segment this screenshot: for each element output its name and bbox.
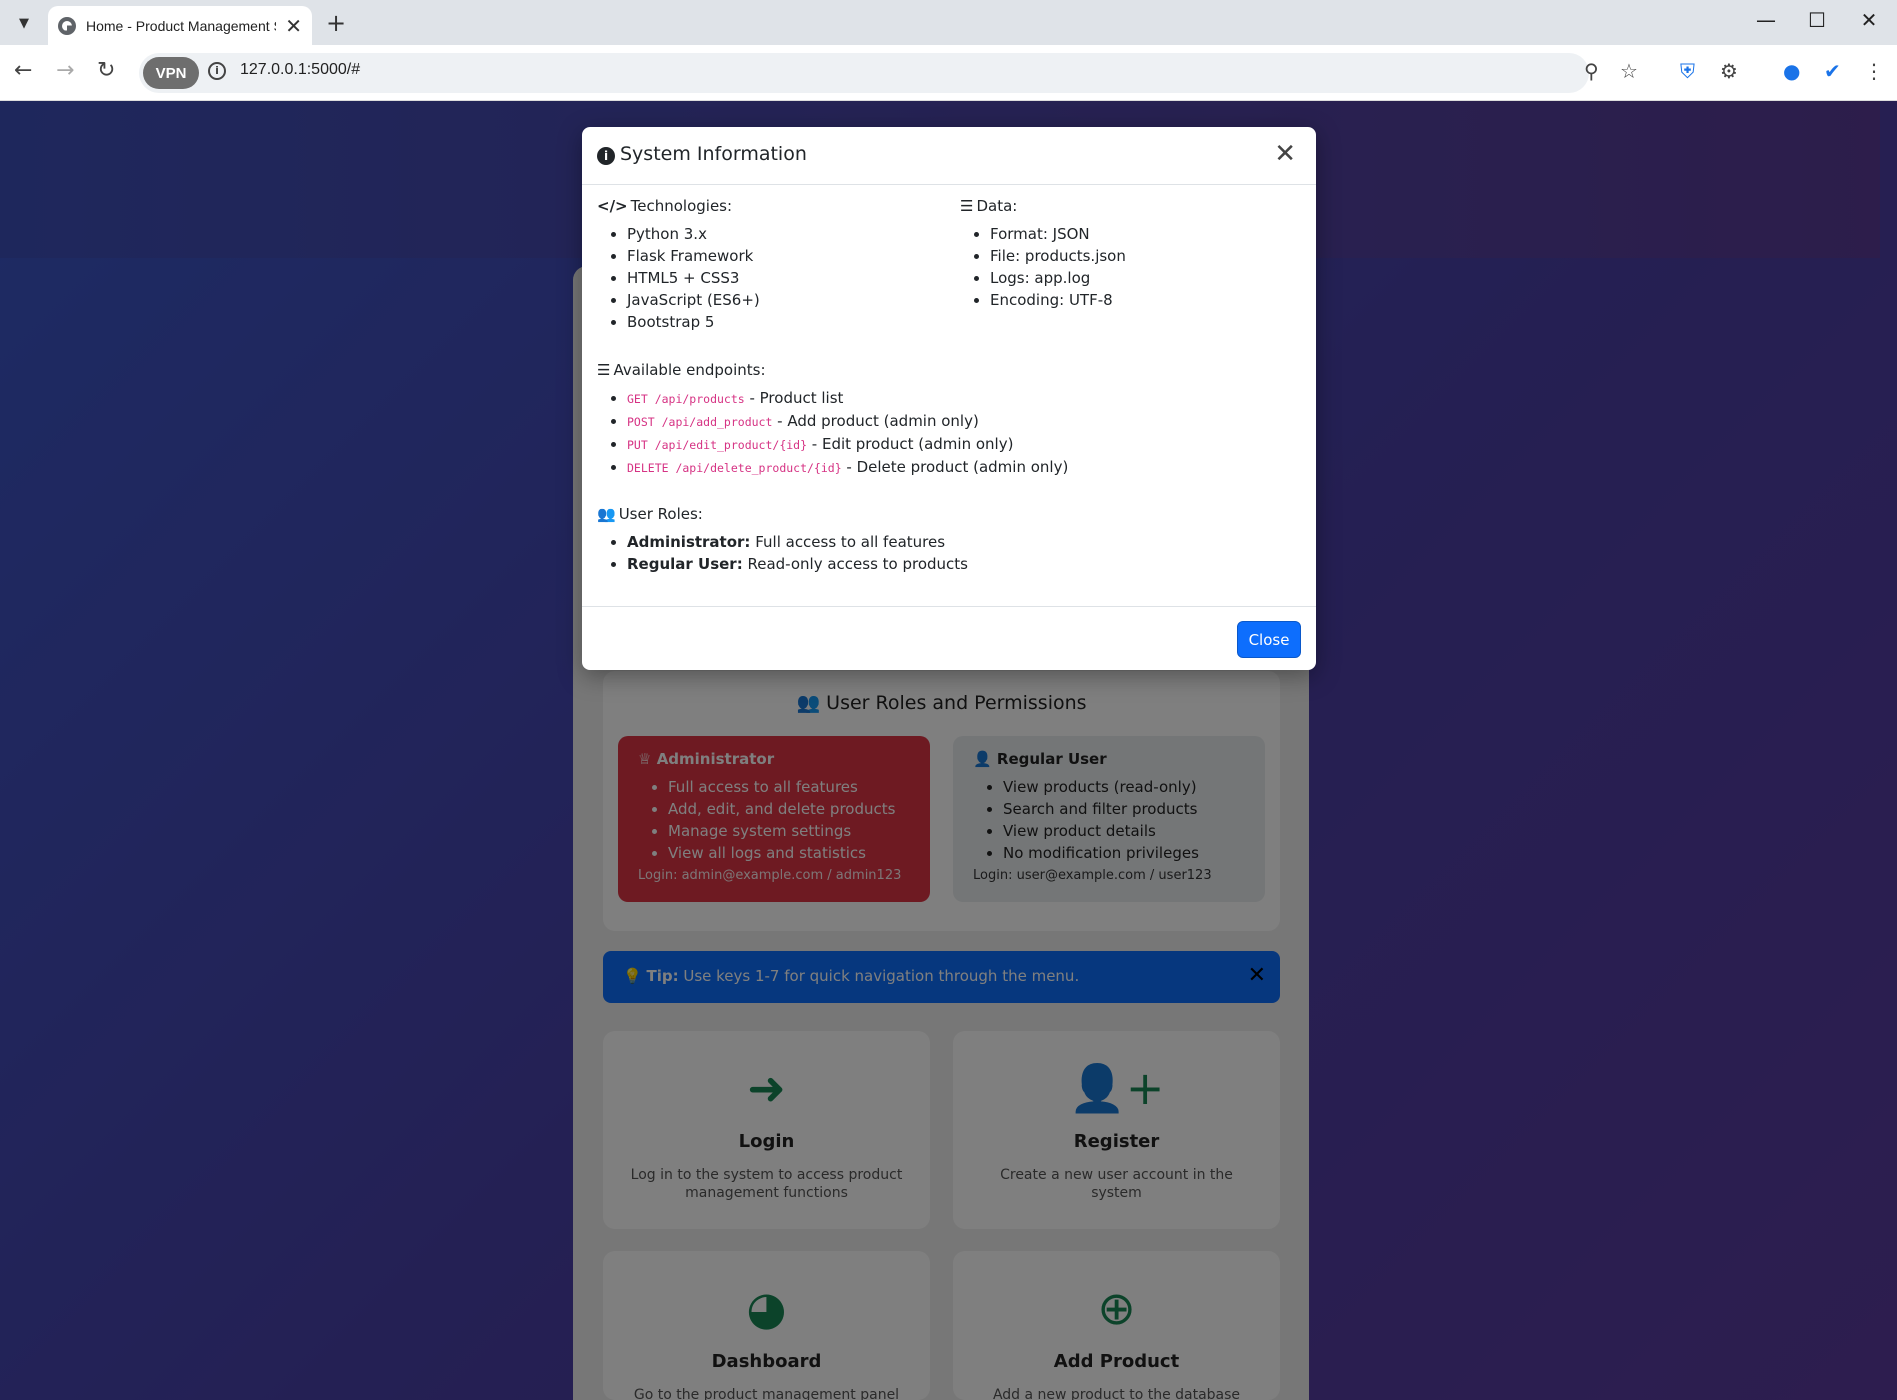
reload-icon[interactable]: ↻ — [97, 58, 115, 83]
endpoint-code: GET /api/products — [627, 392, 745, 406]
maximize-icon[interactable]: ☐ — [1797, 8, 1837, 32]
list-item: Encoding: UTF-8 — [990, 289, 1126, 311]
bookmark-star-icon[interactable]: ☆ — [1620, 59, 1638, 83]
database-icon: ☰ — [960, 197, 974, 215]
endpoint-item: GET /api/products - Product list — [627, 387, 1068, 410]
shield-extension-icon[interactable]: ⛨ — [1680, 59, 1695, 83]
browser-menu-icon[interactable]: ⋮ — [1864, 59, 1884, 83]
modal-title: System Information — [620, 143, 807, 165]
minimize-icon[interactable]: — — [1746, 8, 1786, 32]
browser-tab-bar: ▼ Home - Product Management System ✕ + —… — [0, 0, 1897, 45]
info-circle-icon: i — [597, 147, 615, 165]
zoom-icon[interactable]: ⚲ — [1584, 59, 1599, 83]
back-icon[interactable]: ← — [14, 58, 32, 83]
users-icon: 👥 — [597, 505, 616, 523]
endpoint-code: PUT /api/edit_product/{id} — [627, 438, 808, 452]
profile-icon[interactable]: ● — [1783, 59, 1800, 83]
tab-title: Home - Product Management System — [86, 17, 276, 34]
new-tab-icon[interactable]: + — [326, 9, 346, 37]
browser-tab[interactable]: Home - Product Management System ✕ — [48, 6, 312, 45]
tab-search-chevron-icon[interactable]: ▼ — [10, 10, 38, 36]
system-info-modal: i System Information ✕ </> Technologies: … — [582, 127, 1316, 670]
user-roles-heading: 👥 User Roles: — [597, 505, 703, 523]
modal-header: i System Information ✕ — [582, 127, 1316, 185]
extensions-puzzle-icon[interactable]: ⚙ — [1720, 59, 1738, 83]
globe-icon — [58, 16, 76, 35]
data-list: Format: JSON File: products.json Logs: a… — [960, 223, 1126, 311]
technologies-heading: </> Technologies: — [597, 197, 733, 215]
endpoints-heading: ☰ Available endpoints: — [597, 361, 766, 379]
site-info-icon[interactable]: i — [208, 62, 226, 80]
window-close-icon[interactable]: ✕ — [1849, 8, 1889, 32]
endpoint-code: DELETE /api/delete_product/{id} — [627, 461, 842, 475]
close-button[interactable]: Close — [1237, 621, 1301, 658]
list-item: JavaScript (ES6+) — [627, 289, 760, 311]
code-icon: </> — [597, 197, 628, 215]
list-item: Flask Framework — [627, 245, 760, 267]
tab-close-icon[interactable]: ✕ — [285, 14, 302, 38]
list-item: HTML5 + CSS3 — [627, 267, 760, 289]
endpoint-item: PUT /api/edit_product/{id} - Edit produc… — [627, 433, 1068, 456]
endpoint-item: DELETE /api/delete_product/{id} - Delete… — [627, 456, 1068, 479]
modal-footer: Close — [582, 606, 1316, 670]
user-roles-list: Administrator: Full access to all featur… — [597, 531, 968, 575]
url-text[interactable]: 127.0.0.1:5000/# — [240, 61, 360, 79]
role-item: Administrator: Full access to all featur… — [627, 531, 968, 553]
role-item: Regular User: Read-only access to produc… — [627, 553, 968, 575]
list-item: Logs: app.log — [990, 267, 1126, 289]
list-item: Bootstrap 5 — [627, 311, 760, 333]
security-check-icon[interactable]: ✔ — [1824, 59, 1841, 83]
technologies-list: Python 3.x Flask Framework HTML5 + CSS3 … — [597, 223, 760, 333]
endpoints-list: GET /api/products - Product list POST /a… — [597, 387, 1068, 479]
data-heading: ☰ Data: — [960, 197, 1018, 215]
endpoint-item: POST /api/add_product - Add product (adm… — [627, 410, 1068, 433]
forward-icon[interactable]: → — [56, 58, 74, 83]
browser-toolbar: ← → ↻ VPN i 127.0.0.1:5000/# ⚲ ☆ ⛨ ⚙ ● ✔… — [0, 45, 1897, 101]
endpoint-code: POST /api/add_product — [627, 415, 773, 429]
vpn-badge[interactable]: VPN — [143, 57, 199, 89]
modal-close-x-icon[interactable]: ✕ — [1274, 139, 1296, 169]
list-icon: ☰ — [597, 361, 611, 379]
list-item: Python 3.x — [627, 223, 760, 245]
list-item: File: products.json — [990, 245, 1126, 267]
list-item: Format: JSON — [990, 223, 1126, 245]
